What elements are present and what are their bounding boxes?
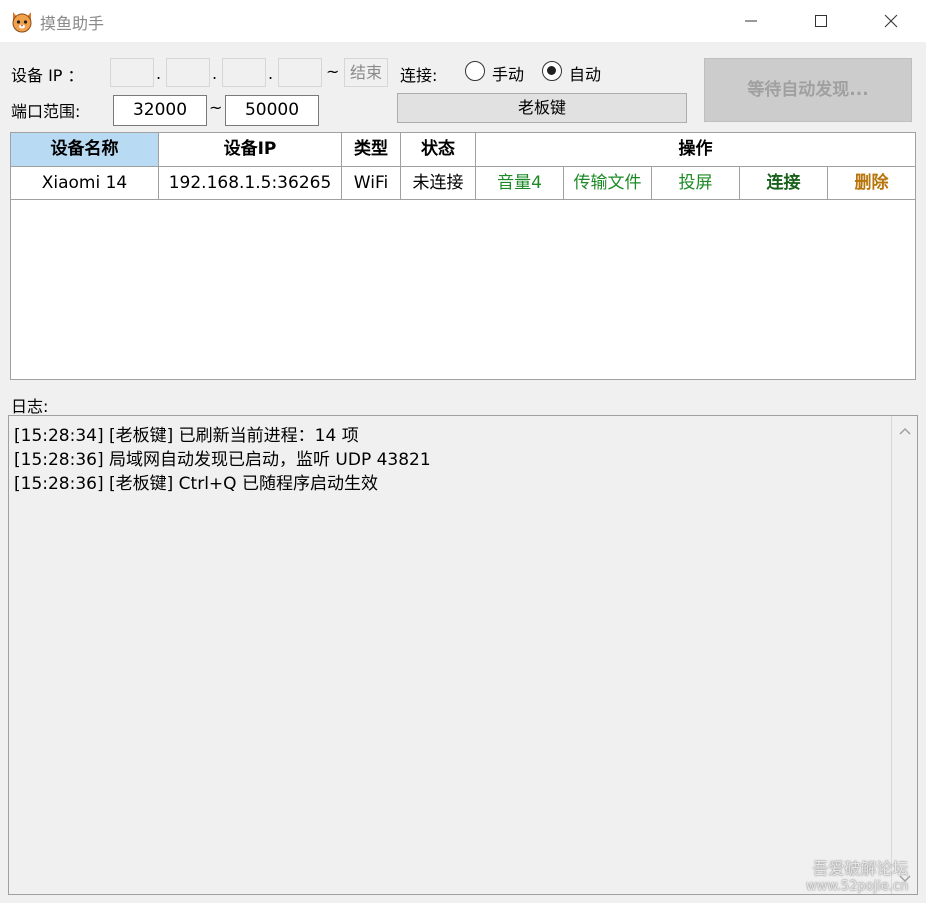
- transfer-file-action[interactable]: 传输文件: [564, 167, 652, 200]
- minimize-button[interactable]: [718, 0, 784, 42]
- close-icon: [884, 14, 898, 28]
- header-device-ip[interactable]: 设备IP: [159, 133, 342, 167]
- ip-dot: .: [268, 64, 274, 83]
- auto-radio[interactable]: [542, 61, 562, 81]
- header-type[interactable]: 类型: [342, 133, 401, 167]
- cell-status[interactable]: 未连接: [401, 167, 476, 200]
- port-start-input[interactable]: 32000: [113, 95, 207, 126]
- auto-radio-label[interactable]: 自动: [569, 61, 601, 85]
- manual-radio-label[interactable]: 手动: [492, 61, 524, 85]
- watermark-url: www.52pojie.cn: [806, 879, 909, 894]
- cell-type[interactable]: WiFi: [342, 167, 401, 200]
- delete-action[interactable]: 删除: [828, 167, 915, 200]
- port-end-input[interactable]: 50000: [225, 95, 319, 126]
- log-scrollbar[interactable]: [891, 416, 917, 894]
- screen-cast-action[interactable]: 投屏: [652, 167, 740, 200]
- window-title: 摸鱼助手: [40, 14, 105, 33]
- device-ip-label: 设备 IP ：: [11, 66, 84, 85]
- ip-dot: .: [212, 64, 218, 83]
- watermark-title: 吾爱破解论坛: [812, 859, 909, 878]
- log-line: [15:28:36] [老板键] Ctrl+Q 已随程序启动生效: [14, 474, 378, 494]
- header-actions[interactable]: 操作: [476, 133, 915, 167]
- maximize-icon: [815, 15, 827, 27]
- ip-octet-2-input[interactable]: [166, 58, 210, 87]
- ip-octet-1-input[interactable]: [110, 58, 154, 87]
- header-status[interactable]: 状态: [401, 133, 476, 167]
- boss-key-button[interactable]: 老板键: [397, 93, 687, 123]
- manual-radio[interactable]: [465, 61, 485, 81]
- ip-range-tilde: ~: [326, 62, 340, 81]
- cell-device-name[interactable]: Xiaomi 14: [11, 167, 159, 200]
- cell-device-ip[interactable]: 192.168.1.5:36265: [159, 167, 342, 200]
- ip-end-input[interactable]: 结束: [344, 58, 388, 87]
- app-cat-icon: [10, 9, 34, 33]
- port-range-label: 端口范围:: [11, 102, 81, 121]
- port-range-tilde: ~: [209, 98, 223, 117]
- device-table: 设备名称 设备IP 类型 状态 操作 Xiaomi 14 192.168.1.5…: [10, 132, 916, 380]
- auto-discover-button[interactable]: 等待自动发现...: [704, 58, 912, 122]
- maximize-button[interactable]: [788, 0, 854, 42]
- ip-octet-4-input[interactable]: [278, 58, 322, 87]
- close-button[interactable]: [858, 0, 924, 42]
- log-line: [15:28:34] [老板键] 已刷新当前进程：14 项: [14, 426, 359, 446]
- title-bar: 摸鱼助手: [0, 0, 926, 42]
- header-device-name[interactable]: 设备名称: [11, 133, 159, 167]
- minimize-icon: [745, 20, 757, 22]
- connection-label: 连接:: [400, 66, 438, 85]
- log-label: 日志:: [11, 397, 49, 416]
- ip-octet-3-input[interactable]: [222, 58, 266, 87]
- scroll-up-icon[interactable]: [899, 426, 911, 438]
- connect-action[interactable]: 连接: [740, 167, 828, 200]
- volume-action[interactable]: 音量4: [476, 167, 564, 200]
- watermark: 吾爱破解论坛 www.52pojie.cn: [806, 855, 908, 894]
- ip-dot: .: [156, 64, 162, 83]
- log-line: [15:28:36] 局域网自动发现已启动，监听 UDP 43821: [14, 450, 431, 470]
- log-textarea[interactable]: [15:28:34] [老板键] 已刷新当前进程：14 项 [15:28:36]…: [8, 415, 918, 895]
